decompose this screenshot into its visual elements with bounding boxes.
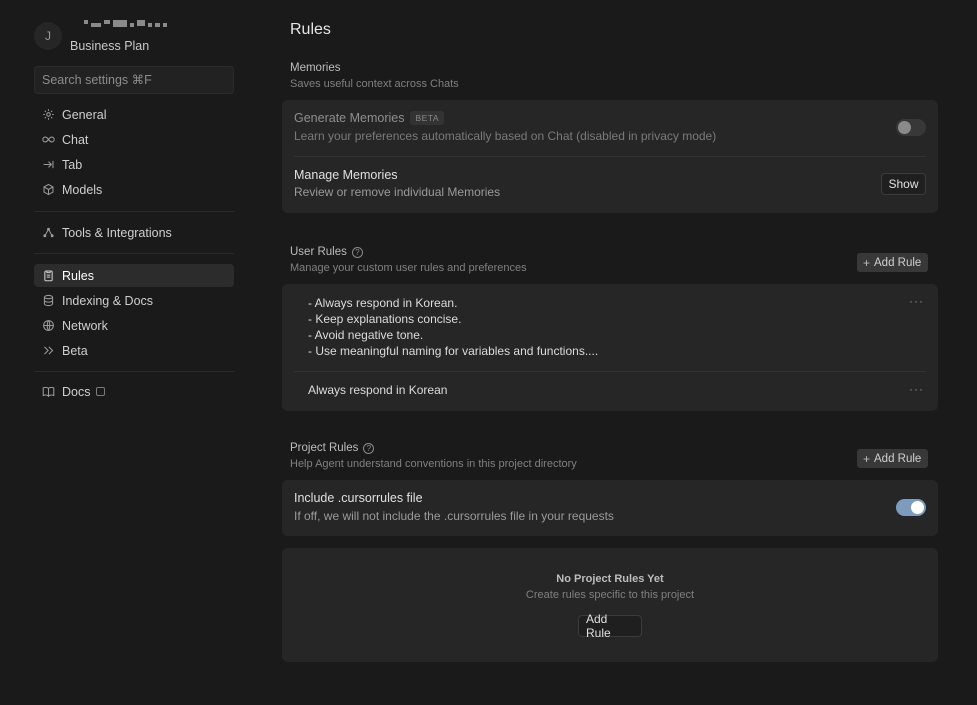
- memories-section-title: Memories: [290, 62, 341, 74]
- cursorrules-subtitle: If off, we will not include the .cursorr…: [294, 509, 614, 523]
- rule-line: Always respond in Korean: [308, 383, 448, 397]
- project-rules-title-label: Project Rules: [290, 442, 359, 454]
- rule-line: - Keep explanations concise.: [308, 312, 462, 326]
- sidebar-item-label: General: [62, 107, 107, 122]
- account-profile[interactable]: J Business Plan: [34, 20, 234, 56]
- row-divider: [294, 371, 926, 372]
- add-user-rule-button[interactable]: + Add Rule: [857, 253, 929, 272]
- page-title: Rules: [290, 21, 331, 38]
- sidebar-item-tools-integrations[interactable]: Tools & Integrations: [34, 221, 234, 244]
- memories-card: Generate Memories BETA Learn your prefer…: [282, 100, 938, 213]
- sidebar-item-label: Tab: [62, 157, 83, 172]
- network-nodes-icon: [40, 225, 56, 241]
- sidebar-item-rules[interactable]: Rules: [34, 264, 234, 287]
- sidebar-item-models[interactable]: Models: [34, 178, 234, 201]
- empty-state-subtitle: Create rules specific to this project: [525, 589, 695, 601]
- plus-icon: +: [863, 255, 871, 270]
- generate-memories-label: Generate Memories: [294, 111, 405, 125]
- empty-state-title: No Project Rules Yet: [556, 573, 664, 585]
- sidebar-item-label: Chat: [62, 132, 89, 147]
- generate-memories-subtitle: Learn your preferences automatically bas…: [294, 129, 717, 143]
- toggle-knob: [911, 501, 924, 514]
- cursorrules-card: Include .cursorrules file If off, we wil…: [282, 480, 938, 536]
- external-link-icon: [96, 387, 106, 396]
- generate-memories-title: Generate Memories BETA: [294, 111, 445, 125]
- sidebar-item-label: Beta: [62, 343, 88, 358]
- memories-section-subtitle: Saves useful context across Chats: [290, 78, 459, 90]
- sidebar-item-chat[interactable]: Chat: [34, 128, 234, 151]
- rule-line: - Avoid negative tone.: [308, 328, 424, 342]
- add-rule-label: Add Rule: [874, 256, 922, 269]
- sidebar: J Business Plan Search settings ⌘F Gener…: [0, 0, 250, 705]
- database-icon: [40, 293, 56, 309]
- help-icon[interactable]: ?: [351, 246, 363, 258]
- user-rule-item[interactable]: Always respond in Korean: [308, 382, 447, 398]
- clipboard-icon: [40, 268, 56, 284]
- globe-icon: [40, 318, 56, 334]
- sidebar-item-docs[interactable]: Docs: [34, 380, 234, 403]
- rule-line: - Always respond in Korean.: [308, 296, 458, 310]
- sidebar-item-label: Rules: [62, 268, 94, 283]
- user-rules-section-title: User Rules ?: [290, 246, 363, 258]
- sidebar-item-indexing-docs[interactable]: Indexing & Docs: [34, 289, 234, 312]
- book-icon: [40, 384, 56, 400]
- sidebar-item-network[interactable]: Network: [34, 314, 234, 337]
- beta-badge: BETA: [410, 111, 445, 125]
- add-project-rule-button[interactable]: + Add Rule: [857, 449, 929, 468]
- add-rule-label: Add Rule: [874, 452, 922, 465]
- plan-label: Business Plan: [70, 39, 150, 53]
- sidebar-item-beta[interactable]: Beta: [34, 339, 234, 362]
- sidebar-item-label: Docs: [62, 384, 91, 399]
- avatar[interactable]: J: [34, 22, 62, 50]
- sidebar-item-general[interactable]: General: [34, 103, 234, 126]
- sidebar-divider: [34, 211, 234, 212]
- sidebar-item-tab[interactable]: Tab: [34, 153, 234, 176]
- manage-memories-subtitle: Review or remove individual Memories: [294, 185, 501, 199]
- user-rules-card: - Always respond in Korean. - Keep expla…: [282, 284, 938, 411]
- cube-icon: [40, 182, 56, 198]
- include-cursorrules-toggle[interactable]: [896, 499, 926, 516]
- help-icon[interactable]: ?: [363, 442, 375, 454]
- toggle-knob: [898, 121, 911, 134]
- more-options-icon[interactable]: ···: [909, 294, 924, 308]
- arrow-right-bar-icon: [40, 157, 56, 173]
- double-chevron-icon: [40, 343, 56, 359]
- infinity-icon: [40, 132, 56, 148]
- search-settings-input[interactable]: Search settings ⌘F: [34, 66, 234, 94]
- project-rules-section-title: Project Rules ?: [290, 442, 375, 454]
- user-rules-section-subtitle: Manage your custom user rules and prefer…: [290, 262, 527, 274]
- sidebar-item-label: Tools & Integrations: [62, 225, 172, 240]
- user-rule-item[interactable]: - Always respond in Korean. - Keep expla…: [308, 295, 598, 359]
- rule-line: - Use meaningful naming for variables an…: [308, 344, 599, 358]
- cursorrules-title: Include .cursorrules file: [294, 491, 423, 505]
- sidebar-item-label: Models: [62, 182, 103, 197]
- show-memories-button[interactable]: Show: [881, 173, 926, 195]
- more-options-icon[interactable]: ···: [909, 382, 924, 396]
- generate-memories-toggle[interactable]: [896, 119, 926, 136]
- add-project-rule-empty-button[interactable]: Add Rule: [578, 612, 642, 640]
- sidebar-item-label: Network: [62, 318, 108, 333]
- sidebar-divider: [34, 253, 234, 254]
- project-rules-section-subtitle: Help Agent understand conventions in thi…: [290, 458, 577, 470]
- sidebar-item-label: Indexing & Docs: [62, 293, 154, 308]
- redacted-account-name: [84, 20, 194, 30]
- project-rules-empty-card: No Project Rules Yet Create rules specif…: [282, 548, 938, 662]
- gear-icon: [40, 107, 56, 123]
- user-rules-title-label: User Rules: [290, 246, 347, 258]
- row-divider: [294, 156, 926, 157]
- plus-icon: +: [863, 451, 871, 466]
- manage-memories-title: Manage Memories: [294, 168, 398, 182]
- sidebar-divider: [34, 371, 234, 372]
